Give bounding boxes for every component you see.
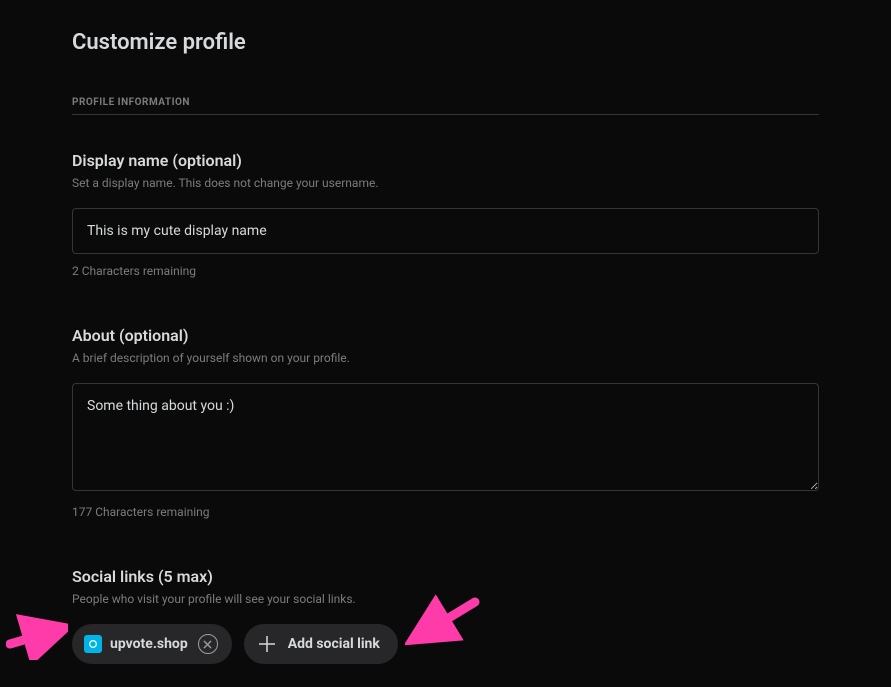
plus-icon bbox=[258, 635, 276, 653]
add-social-link-button[interactable]: Add social link bbox=[244, 624, 398, 664]
remove-social-link-button[interactable] bbox=[198, 634, 218, 654]
about-hint: A brief description of yourself shown on… bbox=[72, 351, 819, 365]
close-icon bbox=[203, 640, 212, 649]
display-name-group: Display name (optional) Set a display na… bbox=[72, 151, 819, 278]
social-link-label: upvote.shop bbox=[110, 636, 188, 652]
social-links-group: Social links (5 max) People who visit yo… bbox=[72, 567, 819, 664]
add-social-link-label: Add social link bbox=[288, 636, 380, 652]
about-label: About (optional) bbox=[72, 326, 819, 345]
link-favicon-icon bbox=[84, 635, 102, 653]
display-name-hint: Set a display name. This does not change… bbox=[72, 176, 819, 190]
about-textarea[interactable] bbox=[72, 383, 819, 491]
section-profile-information-header: PROFILE INFORMATION bbox=[72, 97, 819, 115]
about-char-counter: 177 Characters remaining bbox=[72, 505, 819, 519]
display-name-char-counter: 2 Characters remaining bbox=[72, 264, 819, 278]
display-name-label: Display name (optional) bbox=[72, 151, 819, 170]
social-link-chip[interactable]: upvote.shop bbox=[72, 624, 232, 664]
about-group: About (optional) A brief description of … bbox=[72, 326, 819, 519]
display-name-input[interactable] bbox=[72, 208, 819, 254]
social-links-label: Social links (5 max) bbox=[72, 567, 819, 586]
page-title: Customize profile bbox=[72, 30, 819, 55]
social-links-row: upvote.shop Add social link bbox=[72, 624, 819, 664]
social-links-hint: People who visit your profile will see y… bbox=[72, 592, 819, 606]
